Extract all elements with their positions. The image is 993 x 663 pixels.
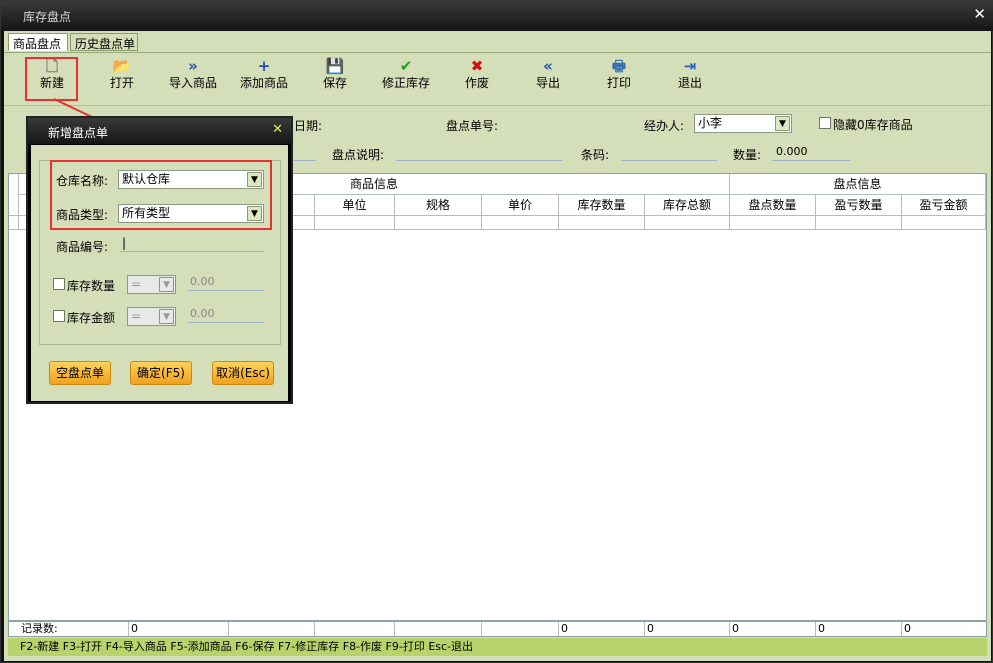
dialog-body: 仓库名称: 默认仓库 ▼ 商品类型: 所有类型 ▼ 商品编号: | 库存数量 =…: [31, 145, 288, 401]
code-caret: |: [122, 236, 127, 250]
stock-qty-label: 库存数量: [67, 279, 116, 293]
inventory-window: 库存盘点 ✕ 商品盘点 历史盘点单 🗋 新建 📂 打开 » 导入商品 + 添加商…: [0, 0, 993, 663]
dialog-title-bar: 新增盘点单 ✕: [28, 118, 291, 144]
chevron-down-icon: ▼: [159, 309, 174, 324]
stock-amt-value: 0.00: [190, 307, 215, 320]
code-label: 商品编号:: [56, 240, 109, 254]
cancel-button[interactable]: 取消(Esc): [212, 361, 274, 385]
stock-qty-value: 0.00: [190, 275, 215, 288]
stock-qty-op-value: =: [131, 277, 142, 291]
stock-qty-input[interactable]: 0.00: [188, 275, 264, 291]
dialog-title: 新增盘点单: [48, 126, 109, 140]
empty-count-button[interactable]: 空盘点单: [49, 361, 111, 385]
new-count-dialog: 新增盘点单 ✕ 仓库名称: 默认仓库 ▼ 商品类型: 所有类型 ▼ 商品编号: …: [26, 116, 293, 404]
stock-amt-operator[interactable]: = ▼: [127, 307, 176, 326]
stock-amt-label: 库存金额: [67, 311, 116, 325]
stock-amt-input[interactable]: 0.00: [188, 307, 264, 323]
stock-amt-op-value: =: [131, 309, 142, 323]
highlight-box-filters: [50, 160, 272, 230]
dialog-close-icon[interactable]: ✕: [272, 122, 283, 137]
stock-amt-checkbox[interactable]: [53, 310, 65, 322]
stock-qty-operator[interactable]: = ▼: [127, 275, 176, 294]
confirm-button[interactable]: 确定(F5): [130, 361, 192, 385]
chevron-down-icon: ▼: [159, 277, 174, 292]
stock-qty-checkbox[interactable]: [53, 278, 65, 290]
code-input[interactable]: |: [120, 236, 264, 252]
